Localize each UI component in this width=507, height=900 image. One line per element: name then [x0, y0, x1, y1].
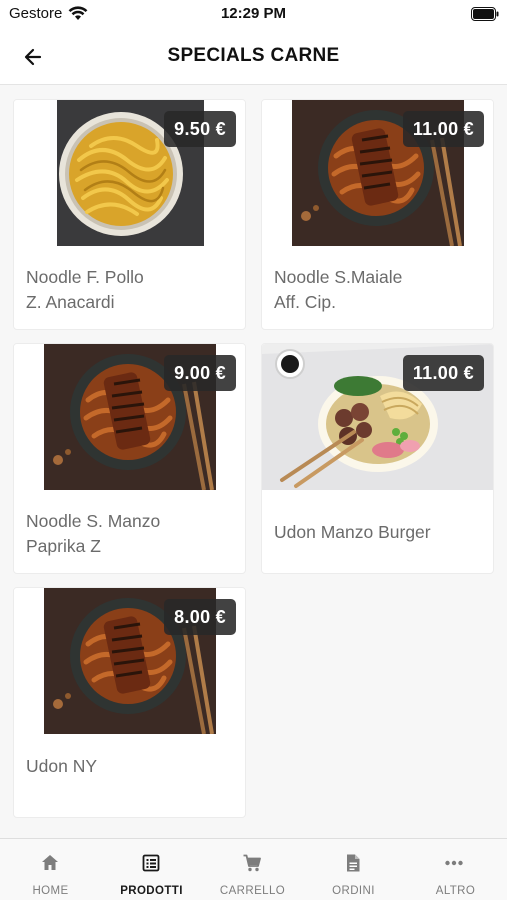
- product-card[interactable]: 9.50 € Noodle F. Pollo Z. Anacardi: [13, 99, 246, 330]
- tab-altro[interactable]: ALTRO: [404, 839, 507, 900]
- product-image: 9.00 €: [14, 344, 245, 490]
- status-bar: Gestore 12:29 PM: [0, 0, 507, 30]
- tab-label: ORDINI: [332, 885, 375, 897]
- tab-label: ALTRO: [435, 885, 476, 897]
- tab-label: CARRELLO: [219, 885, 286, 897]
- document-icon: [347, 854, 360, 872]
- product-card[interactable]: 11.00 € Noodle S.Maiale Aff. Cip.: [261, 99, 494, 330]
- tab-bar: HOME PRODOTTI CARRELLO ORDINI ALTRO: [0, 838, 507, 900]
- battery-icon: [471, 7, 499, 21]
- tab-label: PRODOTTI: [120, 885, 183, 897]
- product-name: Noodle S. Manzo Paprika Z: [26, 511, 161, 556]
- product-card[interactable]: 8.00 € Udon NY: [13, 587, 246, 818]
- price-badge: 11.00 €: [402, 111, 484, 147]
- product-image: 11.00 €: [262, 100, 493, 246]
- tab-home[interactable]: HOME: [0, 839, 101, 900]
- nav-bar: SPECIALS CARNE: [0, 30, 507, 85]
- more-icon: [445, 860, 463, 866]
- home-icon: [42, 855, 58, 870]
- page-title: SPECIALS CARNE: [167, 45, 340, 66]
- tab-prodotti[interactable]: PRODOTTI: [101, 839, 202, 900]
- list-icon: [142, 854, 160, 872]
- product-card[interactable]: 9.00 € Noodle S. Manzo Paprika Z: [13, 343, 246, 574]
- product-name: Udon Manzo Burger: [274, 522, 431, 542]
- cart-icon: [243, 854, 261, 872]
- product-name: Noodle F. Pollo Z. Anacardi: [26, 267, 144, 312]
- tab-label: HOME: [32, 885, 69, 897]
- price-badge: 11.00 €: [402, 355, 484, 391]
- clock-time: 12:29 PM: [220, 5, 287, 22]
- product-image: 8.00 €: [14, 588, 245, 734]
- price-badge: 9.50 €: [164, 111, 236, 147]
- product-card[interactable]: 11.00 € Udon Manzo Burger: [261, 343, 494, 574]
- product-name: Noodle S.Maiale Aff. Cip.: [274, 267, 403, 312]
- price-badge: 8.00 €: [164, 599, 236, 635]
- product-image: 11.00 €: [262, 344, 493, 490]
- tab-ordini[interactable]: ORDINI: [303, 839, 404, 900]
- price-badge: 9.00 €: [164, 355, 236, 391]
- product-image: 9.50 €: [14, 100, 245, 246]
- product-name: Udon NY: [26, 756, 98, 776]
- tab-carrello[interactable]: CARRELLO: [202, 839, 303, 900]
- app-screen: Gestore 12:29 PM SPECIALS CARNE 9.50 € N…: [0, 0, 507, 900]
